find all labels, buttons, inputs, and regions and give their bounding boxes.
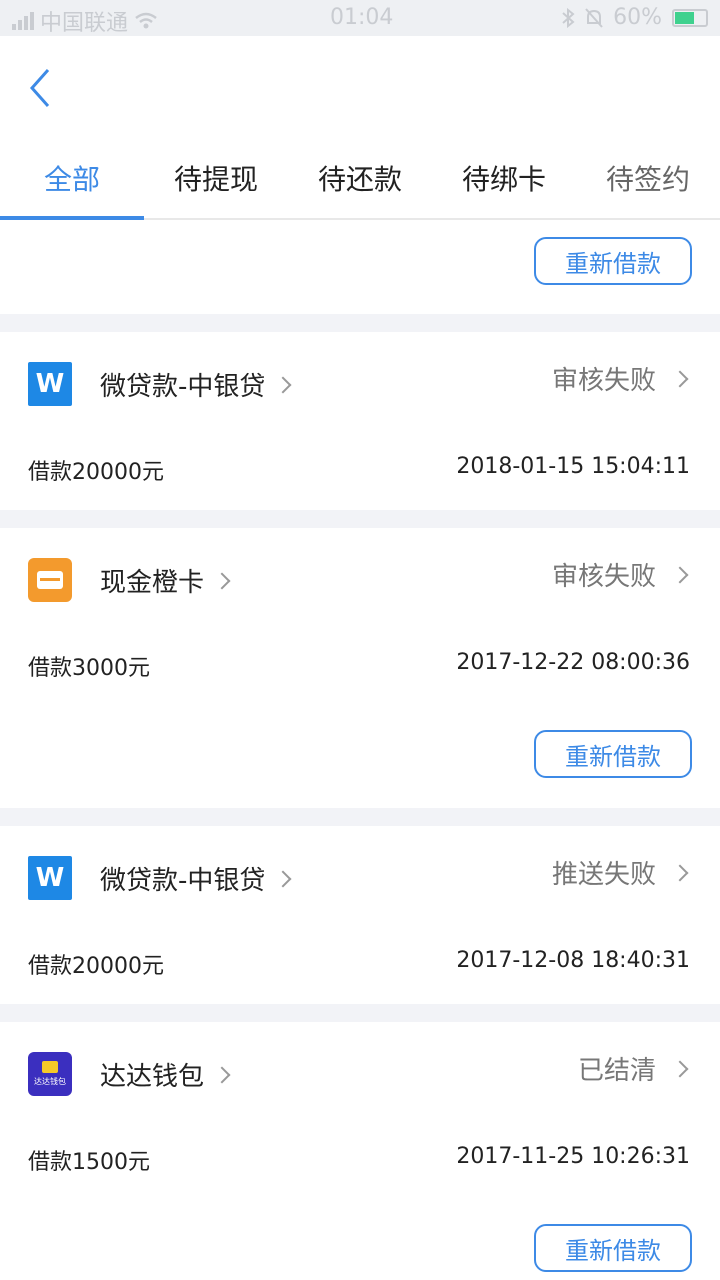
lender-name[interactable]: 微贷款-中银贷 <box>100 366 292 403</box>
loan-status[interactable]: 审核失败 <box>551 556 689 593</box>
battery-icon <box>672 8 708 27</box>
status-right: 60% <box>561 5 708 30</box>
wallet-logo-icon: 达达钱包 <box>28 1052 72 1096</box>
lender-name-text: 微贷款-中银贷 <box>100 372 266 402</box>
lender-name-text: 微贷款-中银贷 <box>100 866 266 896</box>
redo-loan-button[interactable]: 重新借款 <box>534 1224 692 1272</box>
loan-status-text: 审核失败 <box>551 366 656 396</box>
chevron-right-icon <box>213 1066 231 1083</box>
back-icon[interactable] <box>24 64 60 112</box>
carrier-info: 中国联通 <box>12 5 158 37</box>
lender-name-text: 现金橙卡 <box>100 568 205 598</box>
loan-status[interactable]: 推送失败 <box>551 854 689 891</box>
chevron-right-icon <box>671 566 689 583</box>
loan-amount: 借款3000元 <box>28 656 150 681</box>
loan-status-text: 推送失败 <box>551 860 656 890</box>
lender-name[interactable]: 微贷款-中银贷 <box>100 860 292 897</box>
loan-card[interactable]: 达达钱包 达达钱包 已结清 借款1500元 2017-11-25 10:26:3… <box>0 1022 720 1280</box>
chevron-right-icon <box>671 370 689 387</box>
bluetooth-icon <box>562 7 575 28</box>
chevron-right-icon <box>213 572 231 589</box>
lender-name[interactable]: 达达钱包 <box>100 1056 231 1093</box>
mute-bell-icon <box>585 7 603 28</box>
wifi-icon <box>135 12 157 29</box>
orange-card-logo-icon <box>28 558 72 602</box>
loan-status[interactable]: 已结清 <box>577 1050 689 1087</box>
signal-icon <box>12 12 34 30</box>
lender-name[interactable]: 现金橙卡 <box>100 562 231 599</box>
loan-card[interactable]: W 微贷款-中银贷 审核失败 借款20000元 2018-01-15 15:04… <box>0 332 720 510</box>
chevron-right-icon <box>274 870 292 887</box>
battery-percent: 60% <box>613 5 662 30</box>
w-logo-icon: W <box>28 362 72 406</box>
chevron-right-icon <box>274 376 292 393</box>
w-logo-icon: W <box>28 856 72 900</box>
loan-date: 2017-12-08 18:40:31 <box>456 948 690 973</box>
status-bar: 中国联通 01:04 60% <box>0 0 720 36</box>
chevron-right-icon <box>671 864 689 881</box>
carrier-name: 中国联通 <box>40 11 129 36</box>
loan-amount: 借款20000元 <box>28 460 164 485</box>
status-time: 01:04 <box>330 5 394 30</box>
loan-date: 2017-12-22 08:00:36 <box>456 650 690 675</box>
loan-card[interactable]: W 微贷款-中银贷 推送失败 借款20000元 2017-12-08 18:40… <box>0 826 720 1004</box>
loan-status[interactable]: 审核失败 <box>551 360 689 397</box>
tab-bar: 全部 待提现 待还款 待绑卡 待签约 <box>0 144 720 220</box>
chevron-right-icon <box>671 1060 689 1077</box>
loan-card-partial: 重新借款 <box>0 220 720 314</box>
nav-bar <box>0 36 720 144</box>
loan-status-text: 审核失败 <box>551 562 656 592</box>
redo-loan-button[interactable]: 重新借款 <box>534 237 692 285</box>
redo-loan-button[interactable]: 重新借款 <box>534 730 692 778</box>
loan-amount: 借款1500元 <box>28 1150 150 1175</box>
tab-pending-repay[interactable]: 待还款 <box>288 158 432 198</box>
loan-amount: 借款20000元 <box>28 954 164 979</box>
tab-all[interactable]: 全部 <box>0 158 144 198</box>
loan-card[interactable]: 现金橙卡 审核失败 借款3000元 2017-12-22 08:00:36 重新… <box>0 528 720 808</box>
loan-date: 2017-11-25 10:26:31 <box>456 1144 690 1169</box>
loan-status-text: 已结清 <box>577 1056 656 1086</box>
tab-pending-bind-card[interactable]: 待绑卡 <box>432 158 576 198</box>
tab-pending-sign[interactable]: 待签约 <box>576 158 720 198</box>
tab-pending-withdraw[interactable]: 待提现 <box>144 158 288 198</box>
loan-date: 2018-01-15 15:04:11 <box>456 454 690 479</box>
lender-name-text: 达达钱包 <box>100 1062 205 1092</box>
